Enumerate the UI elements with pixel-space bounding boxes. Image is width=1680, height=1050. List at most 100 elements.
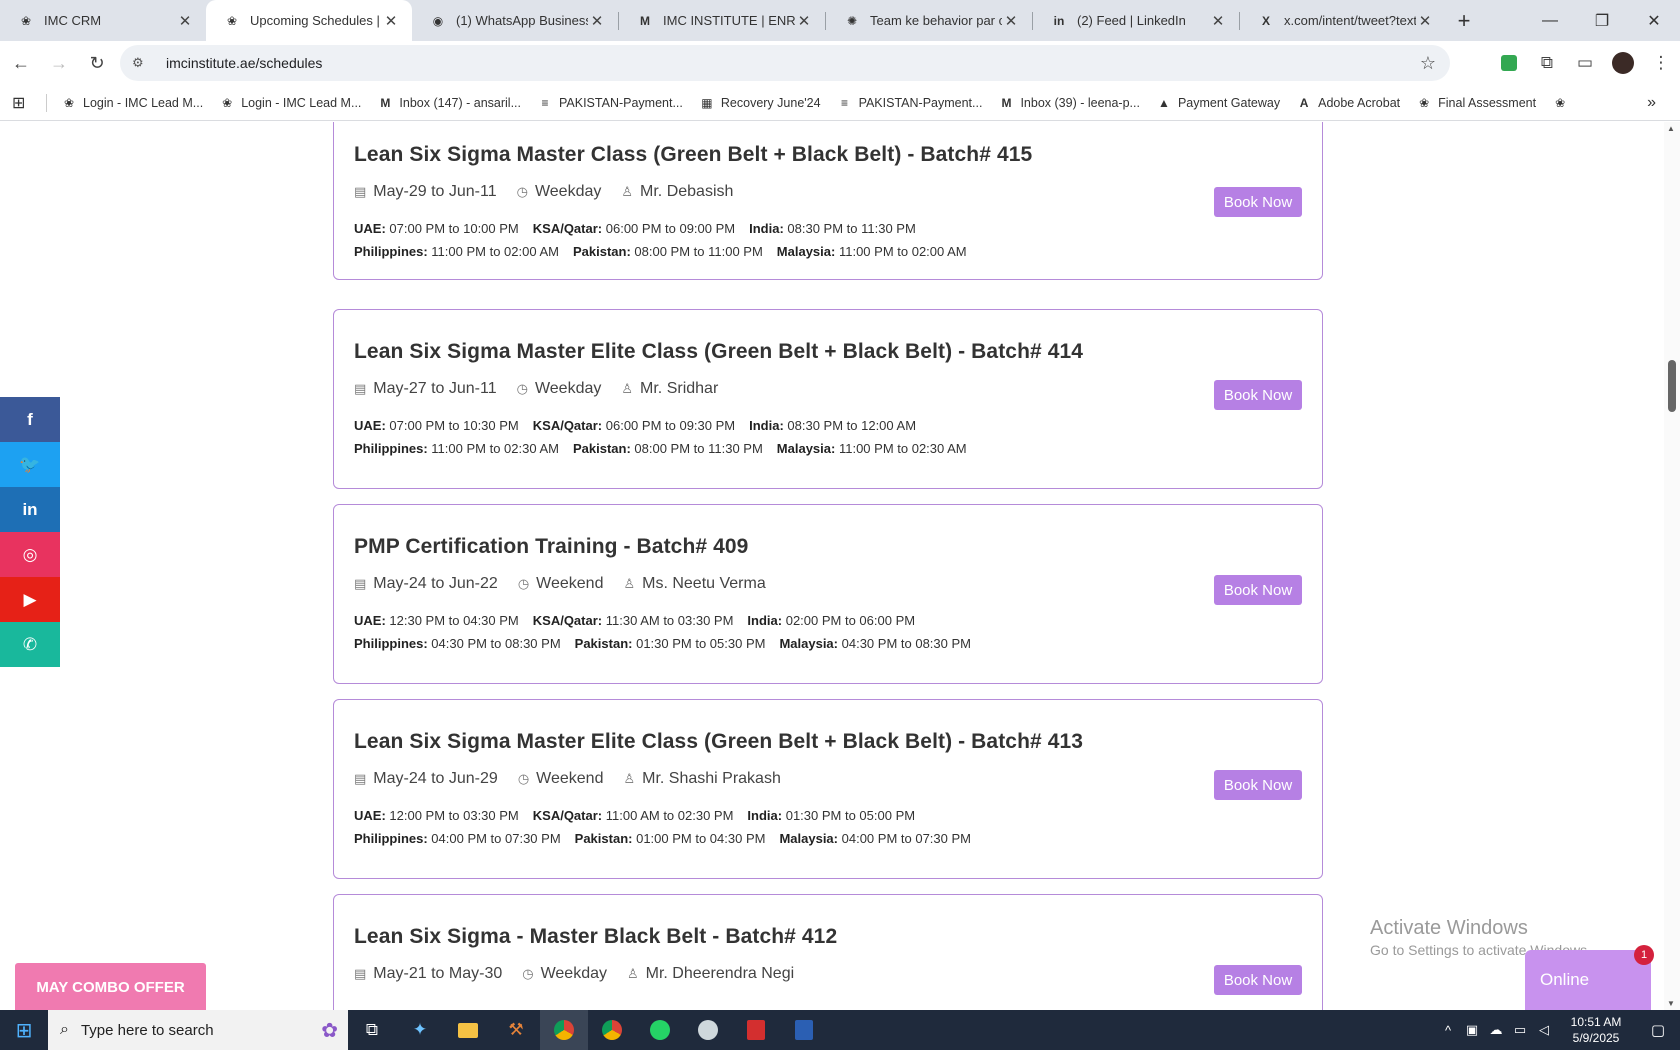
timezone-entry: India: 08:30 PM to 11:30 PM [749,221,916,236]
bookmark-item[interactable]: M Inbox (147) - ansaril... [369,95,529,111]
bookmark-item[interactable]: M Inbox (39) - leena-p... [990,95,1148,111]
close-tab-icon[interactable]: ✕ [176,12,194,30]
clock-icon: ◷ [517,576,530,591]
bookmark-star-icon[interactable]: ☆ [1420,53,1436,74]
browser-tab[interactable]: ❀ Upcoming Schedules | IMC✕ [206,0,412,41]
browser-tab[interactable]: in (2) Feed | LinkedIn ✕ [1033,0,1239,41]
timezone-entry: KSA/Qatar: 11:00 AM to 02:30 PM [533,808,734,823]
scroll-up-icon[interactable]: ▲ [1667,124,1675,133]
twitter-icon[interactable]: 🐦 [0,442,60,487]
bookmark-label: Final Assessment [1438,95,1537,110]
restore-icon[interactable]: ❐ [1576,0,1628,41]
word-icon[interactable] [780,1010,828,1050]
tray-app-icon[interactable]: ▣ [1460,1022,1484,1038]
tray-chevron-icon[interactable]: ^ [1436,1023,1460,1038]
close-tab-icon[interactable]: ✕ [1416,12,1434,30]
page-scrollbar[interactable]: ▲ ▼ [1664,122,1680,1010]
apps-grid-icon[interactable]: ⊞ [12,93,40,113]
scrollbar-thumb[interactable] [1668,360,1676,412]
bookmark-item[interactable]: ▲ Payment Gateway [1148,95,1288,111]
close-tab-icon[interactable]: ✕ [1209,12,1227,30]
gmail-icon: M [640,13,650,28]
onedrive-icon[interactable]: ☁ [1484,1022,1508,1038]
timezone-time: 07:00 PM to 10:30 PM [389,418,519,433]
acrobat-taskbar-icon[interactable] [732,1010,780,1050]
course-dates: May-24 to Jun-22 [373,575,498,592]
bookmark-item[interactable]: ≡ PAKISTAN-Payment... [529,95,691,111]
youtube-icon[interactable]: ▶ [0,577,60,622]
taskbar-search[interactable]: ⌕ Type here to search ✿ [48,1010,348,1050]
bookmark-item[interactable]: ≡ PAKISTAN-Payment... [829,95,991,111]
timezone-label: Malaysia: [776,441,836,456]
book-now-button[interactable]: Book Now [1214,187,1302,217]
notification-icon[interactable]: ▢ [1636,1021,1680,1039]
bookmark-item[interactable]: ❀ Login - IMC Lead M... [53,95,211,111]
timezone-entry: KSA/Qatar: 06:00 PM to 09:30 PM [533,418,735,433]
imc-logo-icon: ❀ [222,95,233,110]
course-mode-item: ◷ Weekday [517,380,602,398]
linkedin-icon[interactable]: in [0,487,60,532]
bookmark-item[interactable]: ❀ Final Assessment [1408,95,1544,111]
browser-tab[interactable]: Xx.com/intent/tweet?text= ✕ [1240,0,1446,41]
copilot-icon[interactable]: ✦ [396,1010,444,1050]
more-bookmarks-icon[interactable]: » [1647,94,1656,112]
browser-tab[interactable]: ❀ IMC CRM ✕ [0,0,206,41]
bookmark-label: PAKISTAN-Payment... [559,95,683,110]
browser-tab[interactable]: M IMC INSTITUTE | ENROLLM✕ [619,0,825,41]
chrome-icon[interactable] [540,1010,588,1050]
task-view-icon[interactable]: ⧉ [348,1010,396,1050]
reload-icon[interactable]: ↻ [80,46,114,80]
close-tab-icon[interactable]: ✕ [382,12,400,30]
course-meta: ▤ May-21 to May-30 ◷ Weekday ♙ Mr. Dheerendra… [354,965,814,983]
bookmark-item[interactable]: ❀ [1544,95,1582,111]
close-window-icon[interactable]: ✕ [1628,0,1680,41]
combo-offer-button[interactable]: MAY COMBO OFFER [15,963,206,1011]
book-now-button[interactable]: Book Now [1214,575,1302,605]
whatsapp-icon[interactable]: ✆ [0,622,60,667]
menu-kebab-icon[interactable]: ⋮ [1642,46,1680,80]
new-tab-button[interactable]: + [1446,3,1482,39]
back-icon[interactable]: ← [4,46,38,80]
minimize-icon[interactable]: — [1524,0,1576,41]
taskbar-clock[interactable]: 10:51 AM 5/9/2025 [1556,1014,1636,1046]
extensions-puzzle-icon[interactable]: ⧉ [1528,46,1566,80]
browser-tab[interactable]: ✺ Team ke behavior par con✕ [826,0,1032,41]
cast-icon[interactable]: ▭ [1566,46,1604,80]
network-icon[interactable]: ▭ [1508,1022,1532,1038]
site-info-icon[interactable]: ⚙ [132,55,154,71]
profile-avatar[interactable] [1604,46,1642,80]
bookmark-item[interactable]: A Adobe Acrobat [1288,95,1408,111]
instagram-icon[interactable]: ◎ [0,532,60,577]
extension-green-icon[interactable] [1490,46,1528,80]
course-dates-item: ▤ May-29 to Jun-11 [354,183,497,201]
whatsapp-taskbar-icon[interactable] [636,1010,684,1050]
timezone-label: Malaysia: [779,636,838,651]
chrome-profile-icon[interactable] [588,1010,636,1050]
volume-icon[interactable]: ◁ [1532,1022,1556,1038]
bookmark-item[interactable]: ▦ Recovery June'24 [691,95,829,111]
url-text: imcinstitute.ae/schedules [166,55,323,71]
close-tab-icon[interactable]: ✕ [1002,12,1020,30]
tab-title: x.com/intent/tweet?text= [1284,13,1416,28]
address-bar[interactable]: ⚙ imcinstitute.ae/schedules ☆ [120,45,1450,81]
browser-tab[interactable]: ◉ (1) WhatsApp Business ✕ [412,0,618,41]
close-tab-icon[interactable]: ✕ [588,12,606,30]
bookmark-item[interactable]: ❀ Login - IMC Lead M... [211,95,369,111]
book-now-button[interactable]: Book Now [1214,965,1302,995]
forward-icon[interactable]: → [42,46,76,80]
imc-logo-icon: ❀ [226,13,238,28]
book-now-button[interactable]: Book Now [1214,770,1302,800]
timezone-label: UAE: [354,221,386,236]
file-explorer-icon[interactable] [444,1010,492,1050]
schedule-card: PMP Certification Training - Batch# 409 ▤… [333,504,1323,684]
book-now-button[interactable]: Book Now [1214,380,1302,410]
scroll-down-icon[interactable]: ▼ [1667,999,1675,1008]
system-tray: ^ ▣ ☁ ▭ ◁ 10:51 AM 5/9/2025 ▢ [1436,1010,1680,1050]
timezone-entry: Malaysia: 11:00 PM to 02:00 AM [777,244,967,259]
chat-online-button[interactable]: Online [1525,950,1651,1010]
close-tab-icon[interactable]: ✕ [795,12,813,30]
app-tool-icon[interactable]: ⚒ [492,1010,540,1050]
facebook-icon[interactable]: f [0,397,60,442]
clock-app-icon[interactable] [684,1010,732,1050]
windows-start-icon[interactable]: ⊞ [0,1010,48,1050]
